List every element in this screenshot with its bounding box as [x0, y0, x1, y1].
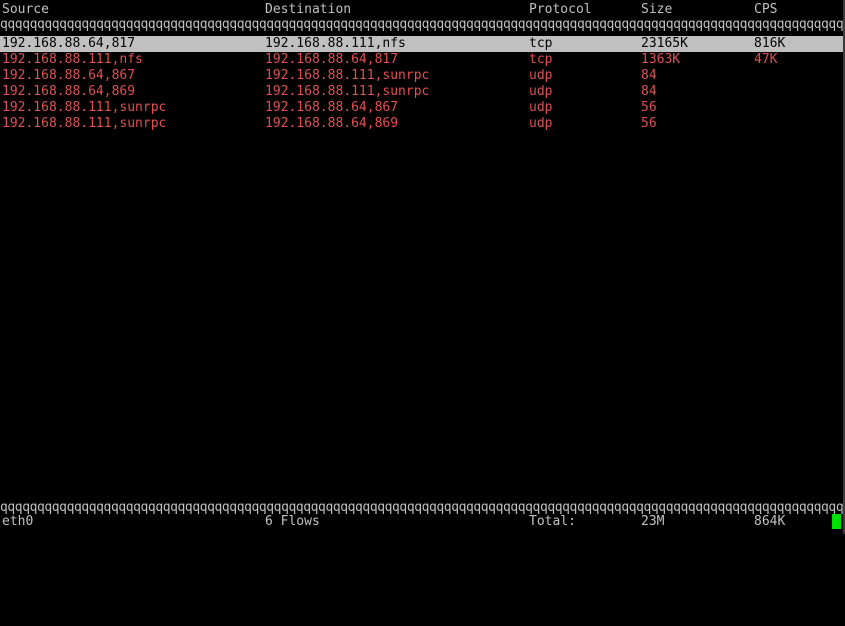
flow-destination: 192.168.88.111,nfs [265, 36, 406, 51]
flow-protocol: udp [529, 68, 553, 83]
flow-protocol: tcp [529, 36, 553, 51]
flow-cps: 816K [754, 36, 786, 51]
flow-size: 56 [641, 100, 657, 115]
flow-source: 192.168.88.111,sunrpc [2, 100, 167, 115]
total-cps: 864K [754, 514, 786, 529]
top-separator-line: qqqqqqqqqqqqqqqqqqqqqqqqqqqqqqqqqqqqqqqq… [0, 19, 845, 31]
flow-row[interactable]: 192.168.88.111,nfs 192.168.88.64,817 tcp… [0, 52, 845, 68]
flow-source: 192.168.88.111,sunrpc [2, 116, 167, 131]
header-size[interactable]: Size [641, 2, 751, 18]
flow-destination: 192.168.88.64,867 [265, 100, 399, 115]
flow-source: 192.168.88.64,817 [2, 36, 136, 51]
flow-row[interactable]: 192.168.88.111,sunrpc 192.168.88.64,869 … [0, 116, 845, 132]
header-destination[interactable]: Destination [265, 2, 527, 18]
flow-protocol: tcp [529, 52, 553, 67]
flow-source: 192.168.88.111,nfs [2, 52, 143, 67]
flow-protocol: udp [529, 84, 553, 99]
terminal-window[interactable]: Source Destination Protocol Size CPS qqq… [0, 0, 845, 534]
flow-destination: 192.168.88.64,869 [265, 116, 399, 131]
flow-protocol: udp [529, 100, 553, 115]
flow-destination: 192.168.88.64,817 [265, 52, 399, 67]
flow-row[interactable]: 192.168.88.64,867 192.168.88.111,sunrpc … [0, 68, 845, 84]
flow-size: 84 [641, 68, 657, 83]
flow-row[interactable]: 192.168.88.111,sunrpc 192.168.88.64,867 … [0, 100, 845, 116]
header-protocol[interactable]: Protocol [529, 2, 639, 18]
header-cps[interactable]: CPS [754, 2, 842, 18]
flow-cps: 47K [754, 52, 778, 67]
flow-size: 84 [641, 84, 657, 99]
status-bar: eth0 6 Flows Total: 23M 864K [0, 514, 845, 530]
flow-source: 192.168.88.64,867 [2, 68, 136, 83]
flow-row[interactable]: 192.168.88.64,817 192.168.88.111,nfs tcp… [0, 36, 845, 52]
bottom-separator-line: qqqqqqqqqqqqqqqqqqqqqqqqqqqqqqqqqqqqqqqq… [0, 502, 845, 514]
total-label: Total: [529, 514, 576, 529]
total-size: 23M [641, 514, 665, 529]
terminal-cursor [832, 514, 841, 529]
flow-protocol: udp [529, 116, 553, 131]
flow-row[interactable]: 192.168.88.64,869 192.168.88.111,sunrpc … [0, 84, 845, 100]
flow-destination: 192.168.88.111,sunrpc [265, 84, 430, 99]
flow-size: 56 [641, 116, 657, 131]
flow-destination: 192.168.88.111,sunrpc [265, 68, 430, 83]
header-source[interactable]: Source [2, 2, 264, 18]
interface-name: eth0 [2, 514, 34, 529]
column-header-row: Source Destination Protocol Size CPS [0, 2, 845, 18]
flow-size: 23165K [641, 36, 688, 51]
flow-count: 6 Flows [265, 514, 320, 529]
flow-source: 192.168.88.64,869 [2, 84, 136, 99]
flow-size: 1363K [641, 52, 681, 67]
